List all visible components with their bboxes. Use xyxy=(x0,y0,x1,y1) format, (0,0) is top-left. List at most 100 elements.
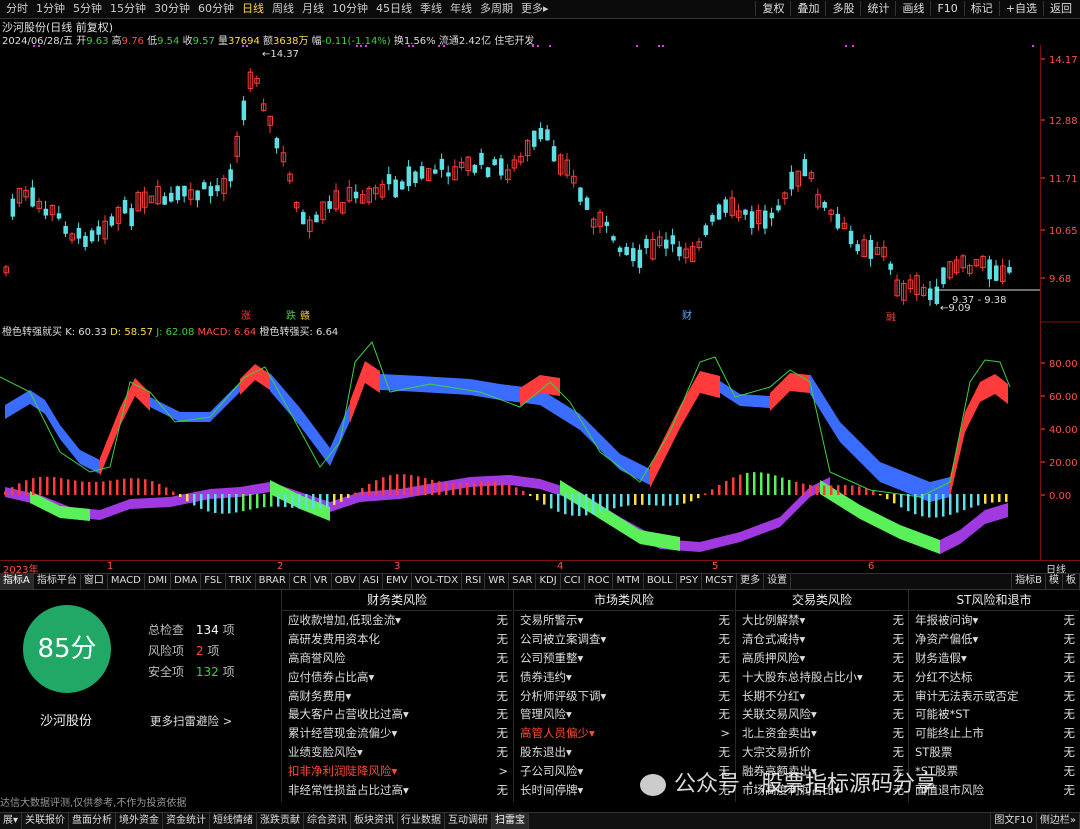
indicator-tab[interactable]: VOL-TDX xyxy=(412,574,463,589)
risk-item[interactable]: 应付债券占比高▾ 无 xyxy=(282,668,512,687)
period-tab[interactable]: 日线 xyxy=(238,2,268,16)
risk-item[interactable]: 应收款增加,低现金流▾ 无 xyxy=(282,611,512,630)
risk-item[interactable]: 十大股东总持股占比小▾ 无 xyxy=(736,668,908,687)
risk-item[interactable]: 业绩变脸风险▾ 无 xyxy=(282,743,512,762)
bottom-tab[interactable]: 境外资金 xyxy=(116,813,164,829)
period-tab[interactable]: 分时 xyxy=(2,2,32,16)
period-tab[interactable]: 月线 xyxy=(298,2,328,16)
toolbar-button[interactable]: 多股 xyxy=(825,1,860,16)
indicator-tab[interactable]: CR xyxy=(290,574,311,589)
period-tab[interactable]: 季线 xyxy=(416,2,446,16)
period-tab[interactable]: 多周期 xyxy=(476,2,517,16)
risk-item[interactable]: 可能被*ST 无 xyxy=(909,705,1079,724)
bottom-tab[interactable]: 涨跌贡献 xyxy=(257,813,305,829)
bottom-tab[interactable]: 展▾ xyxy=(0,813,23,829)
risk-item[interactable]: 非经常性损益占比过高▾ 无 xyxy=(282,781,512,800)
risk-item[interactable]: 分析师评级下调▾ 无 xyxy=(514,687,734,706)
period-tab[interactable]: 5分钟 xyxy=(69,2,106,16)
period-tab[interactable]: 15分钟 xyxy=(106,2,150,16)
risk-item[interactable]: 公司被立案调查▾ 无 xyxy=(514,630,734,649)
bottom-tab[interactable]: 板块资讯 xyxy=(351,813,399,829)
indicator-tab-right[interactable]: 模 xyxy=(1046,574,1063,589)
toolbar-button[interactable]: +自选 xyxy=(998,1,1043,16)
period-tab[interactable]: 30分钟 xyxy=(150,2,194,16)
indicator-tab[interactable]: DMA xyxy=(171,574,202,589)
bottom-tab[interactable]: 盘面分析 xyxy=(69,813,117,829)
indicator-tab[interactable]: PSY xyxy=(677,574,703,589)
indicator-tab[interactable]: 指标A xyxy=(0,574,34,589)
toolbar-button[interactable]: F10 xyxy=(930,1,963,16)
risk-item[interactable]: 净资产偏低▾ 无 xyxy=(909,630,1079,649)
period-tab[interactable]: 45日线 xyxy=(372,2,416,16)
indicator-tab[interactable]: VR xyxy=(311,574,332,589)
indicator-tab[interactable]: RSI xyxy=(462,574,486,589)
risk-item[interactable]: 大比例解禁▾ 无 xyxy=(736,611,908,630)
risk-item[interactable]: 最大客户占营收比过高▾ 无 xyxy=(282,705,512,724)
risk-item[interactable]: 可能终止上市 无 xyxy=(909,724,1079,743)
risk-item[interactable]: 清仓式减持▾ 无 xyxy=(736,630,908,649)
period-tab[interactable]: 60分钟 xyxy=(194,2,238,16)
risk-item[interactable]: 高管人员偏少▾ > xyxy=(514,724,734,743)
indicator-tab[interactable]: SAR xyxy=(509,574,537,589)
period-tab[interactable]: 更多▸ xyxy=(517,2,553,16)
indicator-tab[interactable]: MACD xyxy=(108,574,145,589)
bottom-tab[interactable]: 扫雷宝 xyxy=(492,813,530,829)
indicator-tab[interactable]: WR xyxy=(485,574,510,589)
candlestick-chart[interactable]: ←14.37 ←9.09 9.37 - 9.38 涨 跌 赣 财 融 xyxy=(0,45,1040,321)
indicator-tab[interactable]: KDJ xyxy=(536,574,561,589)
bottom-tab[interactable]: 关联报价 xyxy=(22,813,70,829)
risk-item[interactable]: 高财务费用▾ 无 xyxy=(282,687,512,706)
bottom-right-tab[interactable]: 侧边栏» xyxy=(1037,813,1080,829)
risk-item[interactable]: 长期不分红▾ 无 xyxy=(736,687,908,706)
period-tab[interactable]: 年线 xyxy=(446,2,476,16)
risk-item[interactable]: 公司预重整▾ 无 xyxy=(514,649,734,668)
bottom-tab[interactable]: 互动调研 xyxy=(445,813,493,829)
indicator-tab[interactable]: DMI xyxy=(145,574,172,589)
risk-item[interactable]: 分红不达标 无 xyxy=(909,668,1079,687)
bottom-tab[interactable]: 综合资讯 xyxy=(304,813,352,829)
risk-item[interactable]: 北上资金卖出▾ 无 xyxy=(736,724,908,743)
risk-item[interactable]: 累计经营现金流偏少▾ 无 xyxy=(282,724,512,743)
toolbar-button[interactable]: 返回 xyxy=(1043,1,1078,16)
indicator-chart[interactable] xyxy=(0,322,1040,560)
indicator-tab[interactable]: EMV xyxy=(383,574,412,589)
indicator-tab[interactable]: CCI xyxy=(561,574,585,589)
indicator-tab[interactable]: TRIX xyxy=(226,574,256,589)
period-tab[interactable]: 周线 xyxy=(268,2,298,16)
indicator-tab[interactable]: BOLL xyxy=(644,574,677,589)
risk-item[interactable]: 年报被问询▾ 无 xyxy=(909,611,1079,630)
indicator-tab[interactable]: ROC xyxy=(585,574,614,589)
risk-item[interactable]: 高质押风险▾ 无 xyxy=(736,649,908,668)
indicator-tab[interactable]: 设置 xyxy=(764,574,792,589)
indicator-tab-right[interactable]: 指标B xyxy=(1012,574,1046,589)
more-scan-link[interactable]: 更多扫雷避险 > xyxy=(150,713,232,729)
bottom-tab[interactable]: 短线情绪 xyxy=(210,813,258,829)
period-tab[interactable]: 10分钟 xyxy=(328,2,372,16)
period-tab[interactable]: 1分钟 xyxy=(32,2,69,16)
risk-item[interactable]: ST股票 无 xyxy=(909,743,1079,762)
toolbar-button[interactable]: 标记 xyxy=(963,1,999,16)
toolbar-button[interactable]: 统计 xyxy=(860,1,895,16)
indicator-tab[interactable]: OBV xyxy=(332,574,360,589)
toolbar-button[interactable]: 画线 xyxy=(895,1,930,16)
risk-item[interactable]: 债券违约▾ 无 xyxy=(514,668,734,687)
toolbar-button[interactable]: 复权 xyxy=(755,1,790,16)
risk-item[interactable]: 高商誉风险 无 xyxy=(282,649,512,668)
indicator-tab[interactable]: 指标平台 xyxy=(34,574,81,589)
risk-item[interactable]: 股东退出▾ 无 xyxy=(514,743,734,762)
risk-item[interactable]: 高研发费用资本化 无 xyxy=(282,630,512,649)
toolbar-button[interactable]: 叠加 xyxy=(790,1,825,16)
risk-item[interactable]: 交易所警示▾ 无 xyxy=(514,611,734,630)
indicator-tab[interactable]: MCST xyxy=(702,574,738,589)
indicator-tab[interactable]: BRAR xyxy=(256,574,290,589)
risk-item[interactable]: 管理风险▾ 无 xyxy=(514,705,734,724)
indicator-tab[interactable]: 窗口 xyxy=(81,574,108,589)
risk-item[interactable]: 审计无法表示或否定 无 xyxy=(909,687,1079,706)
indicator-tab[interactable]: MTM xyxy=(613,574,644,589)
indicator-tab[interactable]: 更多 xyxy=(737,574,765,589)
indicator-tab-right[interactable]: 板 xyxy=(1063,574,1080,589)
indicator-tab[interactable]: FSL xyxy=(201,574,226,589)
risk-item[interactable]: 扣非净利润陡降风险▾ > xyxy=(282,762,512,781)
bottom-tab[interactable]: 资金统计 xyxy=(163,813,211,829)
indicator-tab[interactable]: ASI xyxy=(360,574,383,589)
